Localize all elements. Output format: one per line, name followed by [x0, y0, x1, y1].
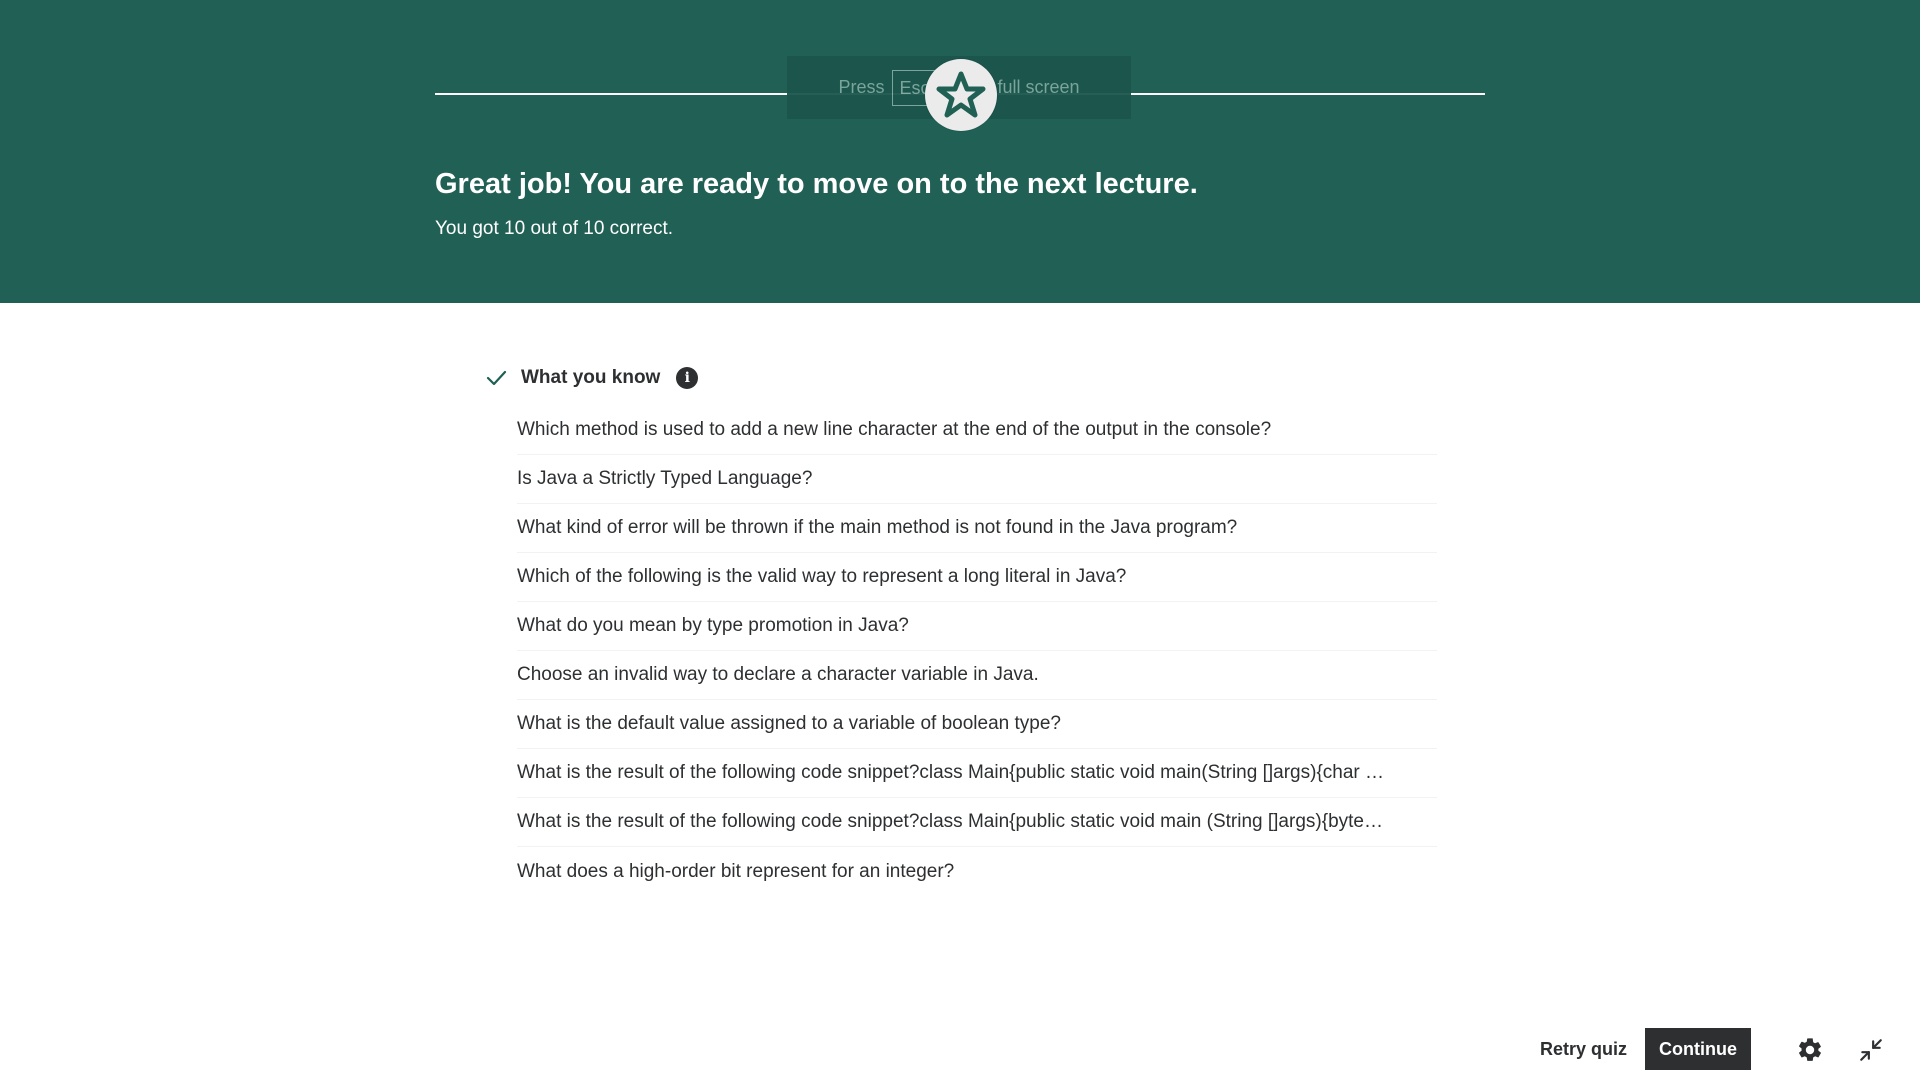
exit-fullscreen-icon [1860, 1039, 1882, 1061]
results-banner: Press Esc to exit full screen Great job!… [0, 0, 1920, 303]
settings-button[interactable] [1790, 1030, 1830, 1070]
quiz-footer: Retry quiz Continue [1530, 1028, 1752, 1070]
question-text: Choose an invalid way to declare a chara… [517, 664, 1039, 685]
question-list: Which method is used to add a new line c… [517, 406, 1437, 896]
star-badge [925, 59, 997, 131]
question-item: Which of the following is the valid way … [517, 553, 1437, 602]
section-header: What you know i [485, 362, 699, 394]
exit-fullscreen-button[interactable] [1851, 1030, 1891, 1070]
question-text: Which method is used to add a new line c… [517, 419, 1272, 440]
question-item: Choose an invalid way to declare a chara… [517, 651, 1437, 700]
checkmark-icon [486, 370, 507, 386]
question-text: What is the default value assigned to a … [517, 713, 1061, 734]
info-icon[interactable]: i [676, 367, 699, 389]
fullscreen-hint-prefix: Press [838, 77, 885, 97]
question-item: Which method is used to add a new line c… [517, 406, 1437, 455]
star-icon [936, 71, 986, 118]
question-item: What kind of error will be thrown if the… [517, 504, 1437, 553]
retry-quiz-button[interactable]: Retry quiz [1530, 1028, 1637, 1070]
question-text: Which of the following is the valid way … [517, 566, 1127, 587]
result-title: Great job! You are ready to move on to t… [435, 168, 1198, 200]
question-text: What do you mean by type promotion in Ja… [517, 615, 909, 636]
question-text: What is the result of the following code… [517, 762, 1385, 783]
question-item: What is the default value assigned to a … [517, 700, 1437, 749]
question-item: What is the result of the following code… [517, 749, 1437, 798]
question-item: What does a high-order bit represent for… [517, 847, 1437, 896]
question-item: What do you mean by type promotion in Ja… [517, 602, 1437, 651]
question-text: What does a high-order bit represent for… [517, 860, 955, 882]
section-title: What you know [521, 367, 661, 388]
gear-icon [1799, 1038, 1821, 1061]
question-text: What is the result of the following code… [517, 811, 1383, 832]
question-item: What is the result of the following code… [517, 798, 1437, 847]
question-item: Is Java a Strictly Typed Language? [517, 455, 1437, 504]
question-text: Is Java a Strictly Typed Language? [517, 468, 813, 489]
score-summary: You got 10 out of 10 correct. [435, 218, 674, 239]
question-text: What kind of error will be thrown if the… [517, 517, 1238, 538]
continue-button[interactable]: Continue [1645, 1028, 1752, 1070]
